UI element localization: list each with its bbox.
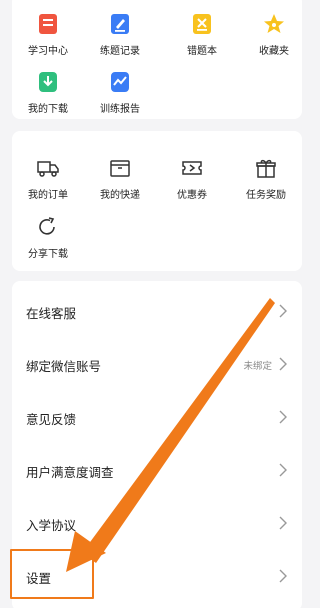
annotation-arrow: [66, 298, 275, 572]
